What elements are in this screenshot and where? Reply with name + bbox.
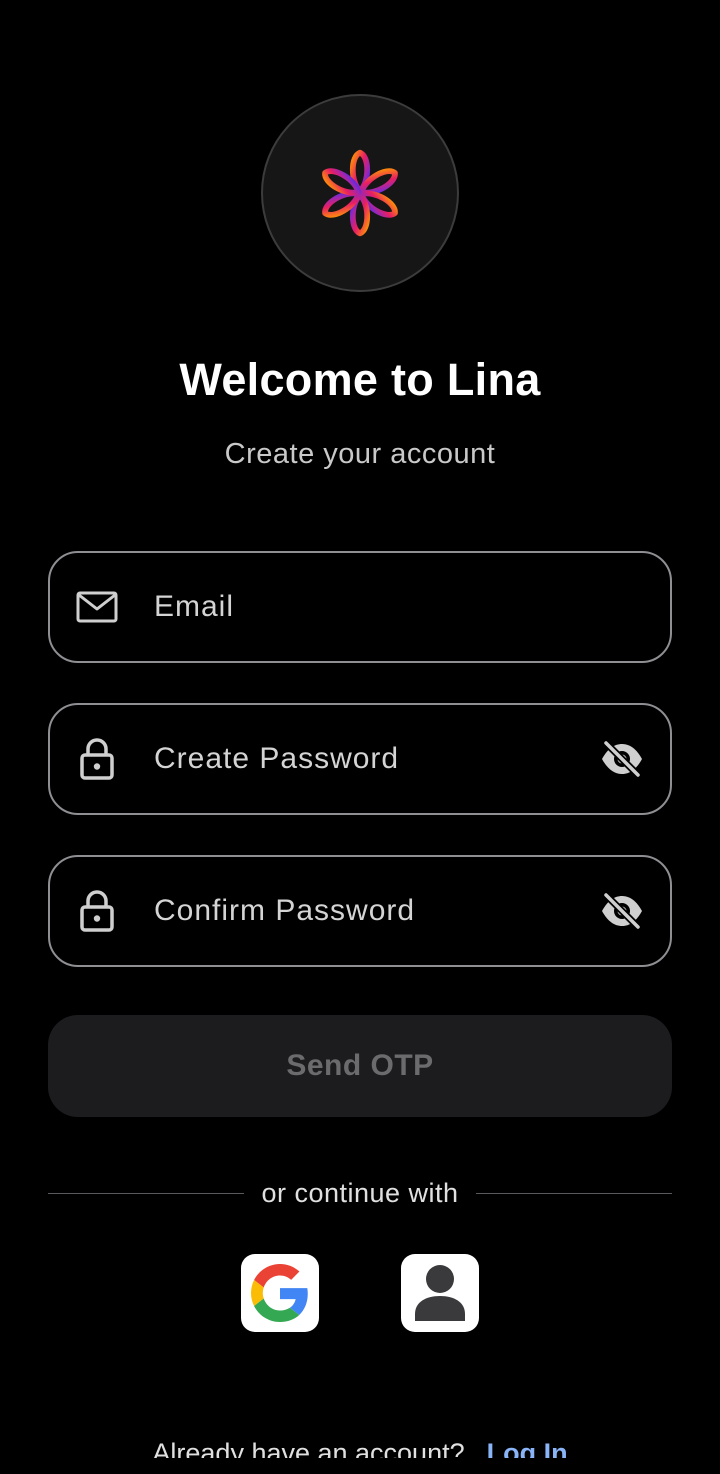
welcome-subtitle: Create your account [224, 438, 496, 470]
mail-icon [76, 586, 118, 628]
email-field[interactable] [48, 551, 672, 663]
social-divider: or continue with [48, 1175, 673, 1211]
login-link[interactable]: Log In [487, 1438, 568, 1458]
guest-signin-button[interactable] [401, 1254, 479, 1332]
email-input[interactable] [154, 553, 580, 661]
signup-screen: Welcome to Lina Create your account Emai… [0, 0, 720, 1474]
confirm-password-field[interactable] [48, 855, 672, 967]
send-otp-button[interactable]: Send OTP [48, 1015, 672, 1117]
confirm-password-input[interactable] [154, 857, 580, 965]
eye-off-icon[interactable] [598, 887, 646, 935]
divider-line-right [475, 1192, 673, 1194]
app-logo [261, 94, 459, 292]
divider-line-left [48, 1192, 245, 1194]
create-password-field[interactable] [48, 703, 672, 815]
divider-text: or continue with [261, 1177, 459, 1208]
login-prompt: Already have an account? Log In [0, 1436, 720, 1458]
welcome-title: Welcome to Lina [179, 354, 541, 405]
eye-off-icon[interactable] [598, 735, 646, 783]
google-icon [251, 1264, 308, 1322]
google-signin-button[interactable] [241, 1254, 319, 1332]
create-password-input[interactable] [154, 705, 580, 813]
flower-logo-icon [322, 149, 398, 237]
login-prompt-text: Already have an account? [152, 1438, 465, 1458]
person-icon [415, 1265, 465, 1321]
lock-icon [76, 890, 118, 932]
lock-icon [76, 738, 118, 780]
